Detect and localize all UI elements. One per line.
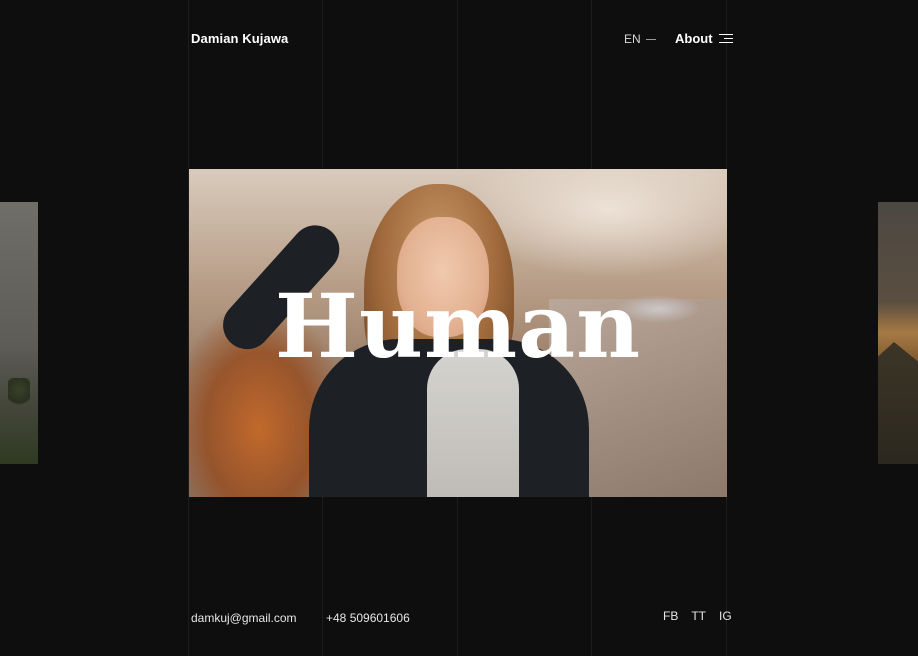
dash-icon [645,38,656,40]
brand-logo-link[interactable]: Damian Kujawa [191,31,288,46]
about-menu-button[interactable]: About [675,31,733,46]
language-label: EN [624,32,641,46]
about-label: About [675,31,713,46]
next-slide-preview[interactable] [878,202,918,464]
phone-link[interactable]: +48 509601606 [326,611,410,625]
language-switcher[interactable]: EN [624,32,656,46]
facebook-link[interactable]: FB [663,609,678,623]
tiktok-link[interactable]: TT [691,609,706,623]
email-link[interactable]: damkuj@gmail.com [191,611,297,625]
hero-title: Human [274,274,642,378]
landscape-image-detail [878,342,918,464]
tree-image-detail [8,378,30,408]
hamburger-menu-icon [718,33,733,44]
previous-slide-preview[interactable] [0,202,38,464]
social-links: FB TT IG [663,609,732,623]
hero-slide-image[interactable]: Human [189,169,727,497]
instagram-link[interactable]: IG [719,609,732,623]
